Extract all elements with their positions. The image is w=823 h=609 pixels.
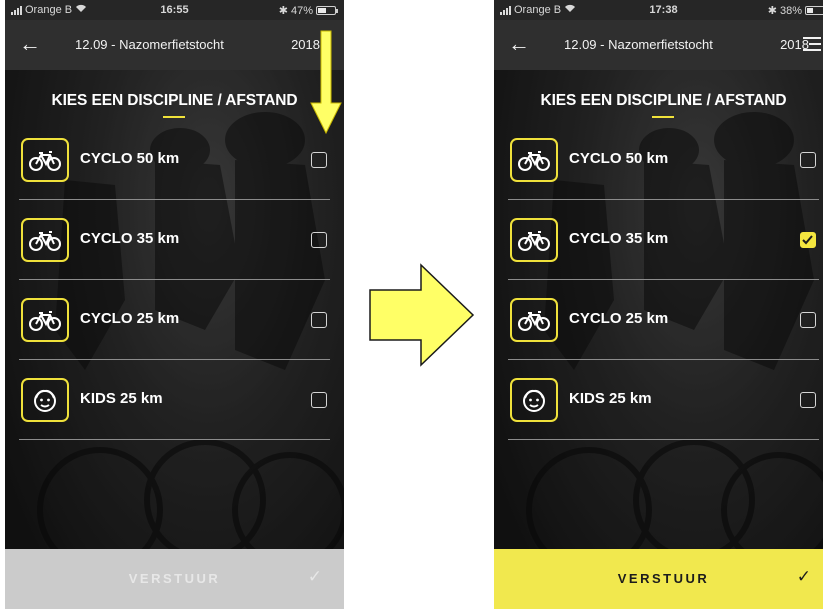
option-label: CYCLO 25 km (569, 310, 669, 327)
page-heading: KIES EEN DISCIPLINE / AFSTAND (540, 92, 787, 109)
option-label: CYCLO 50 km (569, 150, 669, 167)
event-title: 12.09 - Nazomerfietstocht (75, 37, 224, 52)
option-label: CYCLO 35 km (569, 230, 669, 247)
option-checkbox-checked[interactable] (800, 232, 816, 248)
checkmark-icon: ✓ (307, 567, 322, 586)
battery-percentage: 38% (779, 4, 802, 17)
option-checkbox[interactable] (800, 312, 816, 328)
option-cyclo-50[interactable]: CYCLO 50 km (5, 120, 344, 200)
option-label: KIDS 25 km (80, 390, 163, 407)
page-heading: KIES EEN DISCIPLINE / AFSTAND (51, 92, 298, 109)
status-bar: Orange B 16:55 ✱ 47% (5, 0, 344, 20)
submit-label: VERSTUUR (617, 571, 710, 586)
battery-icon (805, 6, 823, 15)
bicycle-icon (21, 298, 69, 342)
option-label: CYCLO 50 km (80, 150, 180, 167)
back-arrow-icon[interactable]: ← (508, 32, 530, 56)
phone-screen-after: Orange B 17:38 ✱ 38% ← 12.09 - Nazomerfi… (494, 0, 823, 609)
option-cyclo-25[interactable]: CYCLO 25 km (5, 280, 344, 360)
bluetooth-icon: ✱ (767, 5, 777, 17)
navigation-bar: ← 12.09 - Nazomerfietstocht 2018 (5, 20, 344, 70)
option-label: CYCLO 35 km (80, 230, 180, 247)
checkmark-icon: ✓ (796, 567, 811, 586)
divider (19, 439, 330, 440)
kid-face-icon (510, 378, 558, 422)
option-cyclo-35[interactable]: CYCLO 35 km (5, 200, 344, 280)
option-cyclo-25[interactable]: CYCLO 25 km (494, 280, 823, 360)
battery-percentage: 47% (290, 4, 313, 17)
option-label: KIDS 25 km (569, 390, 652, 407)
heading-underline (163, 116, 185, 118)
option-kids-25[interactable]: KIDS 25 km (5, 360, 344, 440)
option-label: CYCLO 25 km (80, 310, 180, 327)
option-checkbox[interactable] (311, 232, 327, 248)
bicycle-icon (21, 218, 69, 262)
kid-face-icon (21, 378, 69, 422)
option-cyclo-35[interactable]: CYCLO 35 km (494, 200, 823, 280)
submit-button[interactable]: VERSTUUR ✓ (5, 549, 344, 609)
submit-button[interactable]: VERSTUUR ✓ (494, 549, 823, 609)
bicycle-icon (510, 298, 558, 342)
bicycle-icon (510, 138, 558, 182)
submit-label: VERSTUUR (128, 571, 221, 586)
phone-screen-before: Orange B 16:55 ✱ 47% ← 12.09 - Nazomerfi… (5, 0, 344, 609)
bluetooth-icon: ✱ (278, 5, 288, 17)
option-checkbox[interactable] (311, 152, 327, 168)
option-checkbox[interactable] (311, 312, 327, 328)
navigation-bar: ← 12.09 - Nazomerfietstocht 2018 (494, 20, 823, 70)
back-arrow-icon[interactable]: ← (19, 32, 41, 56)
menu-icon[interactable] (803, 37, 821, 51)
event-title: 12.09 - Nazomerfietstocht (564, 37, 713, 52)
heading-underline (652, 116, 674, 118)
option-checkbox[interactable] (800, 392, 816, 408)
down-arrow-icon (310, 30, 342, 135)
battery-icon (316, 6, 338, 15)
bicycle-icon (21, 138, 69, 182)
option-checkbox[interactable] (800, 152, 816, 168)
status-bar: Orange B 17:38 ✱ 38% (494, 0, 823, 20)
bicycle-icon (510, 218, 558, 262)
divider (508, 439, 819, 440)
option-cyclo-50[interactable]: CYCLO 50 km (494, 120, 823, 200)
option-kids-25[interactable]: KIDS 25 km (494, 360, 823, 440)
checkmark-icon (802, 235, 813, 245)
option-checkbox[interactable] (311, 392, 327, 408)
right-arrow-icon (369, 263, 475, 367)
